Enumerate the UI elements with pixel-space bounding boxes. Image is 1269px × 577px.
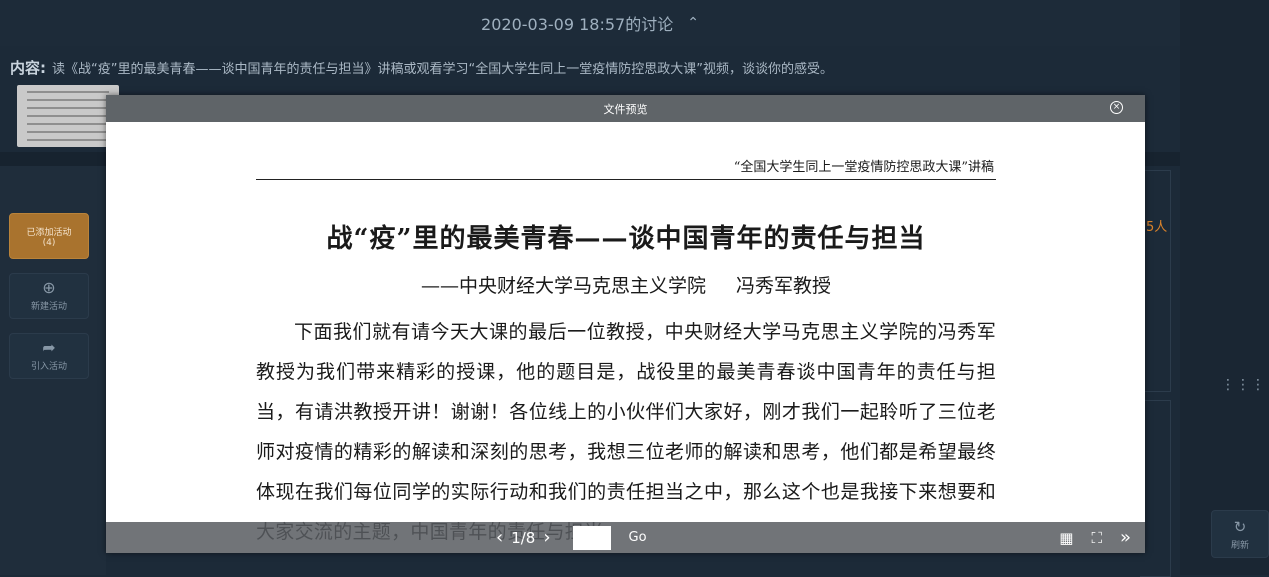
close-icon[interactable]: × xyxy=(1110,101,1123,114)
more-dots-icon[interactable]: ⋮⋮⋮ xyxy=(1221,377,1266,393)
new-activity-label: 新建活动 xyxy=(30,302,67,312)
fullscreen-icon[interactable]: ⛶ xyxy=(1091,529,1102,547)
pager: ‹ 1/8 › Go xyxy=(488,522,647,553)
chevron-up-icon[interactable]: ⌃ xyxy=(687,15,699,31)
new-activity-button[interactable]: ⊕ 新建活动 xyxy=(9,273,89,319)
import-activity-label: 引入活动 xyxy=(30,362,67,372)
plus-circle-icon: ⊕ xyxy=(42,278,56,297)
modal-header: 文件预览 × xyxy=(106,95,1145,122)
document-running-header: “全国大学生同上一堂疫情防控思政大课”讲稿 xyxy=(256,122,996,180)
refresh-label: 刷新 xyxy=(1230,540,1249,551)
grid-view-icon[interactable]: ▦ xyxy=(1059,529,1073,547)
discussion-title: 2020-03-09 18:57的讨论 xyxy=(481,15,674,34)
added-activities-button[interactable]: 已添加活动 (4) xyxy=(9,213,89,259)
document-byline: ——中央财经大学马克思主义学院 冯秀军教授 xyxy=(256,271,996,298)
double-chevron-right-icon[interactable]: » xyxy=(1120,527,1131,548)
refresh-button[interactable]: ↻ 刷新 xyxy=(1211,510,1269,558)
document-body: 下面我们就有请今天大课的最后一位教授，中央财经大学马克思主义学院的冯秀军教授为我… xyxy=(256,321,996,543)
go-button[interactable]: Go xyxy=(629,530,647,545)
viewer-toolbar: ‹ 1/8 › Go ▦ ⛶ » xyxy=(106,522,1145,553)
attachment-thumbnail[interactable] xyxy=(17,85,119,147)
document-title: 战“疫”里的最美青春——谈中国青年的责任与担当 xyxy=(326,224,926,254)
file-preview-modal: 文件预览 × “全国大学生同上一堂疫情防控思政大课”讲稿 战“疫”里的最美青春—… xyxy=(106,95,1145,553)
refresh-icon: ↻ xyxy=(1233,517,1247,536)
previous-page-icon[interactable]: ‹ xyxy=(496,527,503,548)
discussion-content: 内容: 读《战“疫”里的最美青春——谈中国青年的责任与担当》讲稿或观看学习“全国… xyxy=(0,47,1180,87)
page-indicator: 1/8 xyxy=(511,528,536,547)
participant-count: 5人 xyxy=(1146,220,1168,235)
next-page-icon[interactable]: › xyxy=(543,527,550,548)
document-affiliation: ——中央财经大学马克思主义学院 xyxy=(420,275,706,297)
viewer-actions: ▦ ⛶ » xyxy=(1059,522,1131,553)
content-label: 内容: xyxy=(10,58,46,77)
document-author: 冯秀军教授 xyxy=(736,275,832,297)
discussion-header: 2020-03-09 18:57的讨论 ⌃ xyxy=(0,0,1180,46)
page-number-input[interactable] xyxy=(572,525,611,550)
document-page: “全国大学生同上一堂疫情防控思政大课”讲稿 战“疫”里的最美青春——谈中国青年的… xyxy=(256,122,996,552)
import-icon: ➦ xyxy=(42,338,56,357)
import-activity-button[interactable]: ➦ 引入活动 xyxy=(9,333,89,379)
modal-title: 文件预览 xyxy=(603,102,648,116)
activity-sidebar xyxy=(1180,0,1269,575)
added-activities-count: (4) xyxy=(42,237,56,248)
content-text: 读《战“疫”里的最美青春——谈中国青年的责任与担当》讲稿或观看学习“全国大学生同… xyxy=(52,61,833,77)
added-activities-label: 已添加活动 xyxy=(26,227,72,238)
